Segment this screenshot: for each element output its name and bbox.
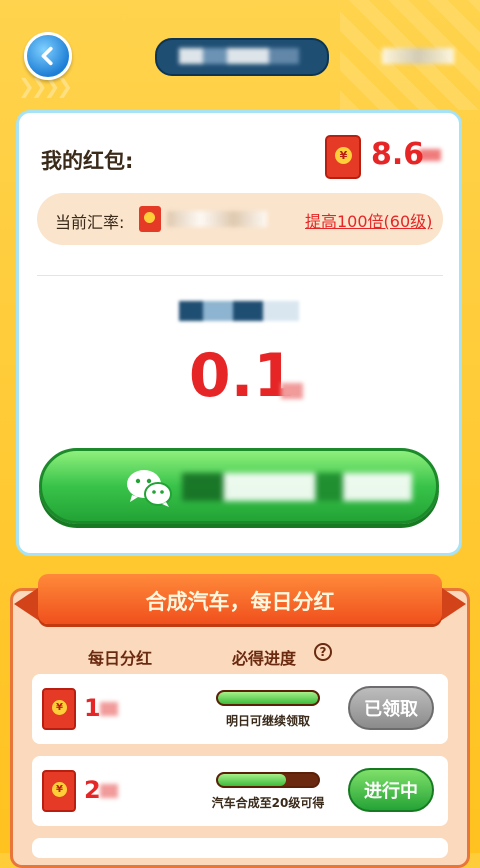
redacted-value-unit <box>100 702 118 716</box>
redacted-rate-value <box>167 211 267 227</box>
redacted-amount-unit <box>281 383 303 399</box>
red-envelope-icon: ¥ <box>42 770 76 812</box>
claimed-button[interactable]: 已领取 <box>348 686 434 730</box>
dividend-value: 1 <box>84 694 101 722</box>
red-envelope-icon <box>139 206 161 232</box>
my-red-packet-label: 我的红包: <box>41 149 134 173</box>
progress-text: 汽车合成至20级可得 <box>211 796 325 810</box>
help-icon[interactable]: ? <box>314 643 332 661</box>
redacted-top-right-text[interactable] <box>382 48 454 64</box>
dividend-row-partial <box>32 838 448 858</box>
progress-fill <box>218 774 286 786</box>
progress-fill <box>218 692 318 704</box>
progress-bar <box>216 690 320 706</box>
user-name-pill <box>155 38 329 76</box>
dividend-value: 2 <box>84 776 101 804</box>
withdraw-amount: 0.1 <box>188 341 296 411</box>
redacted-balance-digits <box>419 149 441 161</box>
redacted-withdraw-caption <box>179 301 299 321</box>
dividend-banner: 合成汽车，每日分红 <box>14 574 466 628</box>
back-button[interactable] <box>24 32 72 80</box>
progress-bar <box>216 772 320 788</box>
redacted-username <box>179 48 299 64</box>
column-daily-dividend: 每日分红 <box>88 649 153 668</box>
redacted-withdraw-label <box>182 473 412 501</box>
divider <box>37 275 443 276</box>
progress-text: 明日可继续领取 <box>225 714 310 728</box>
exchange-rate-label: 当前汇率: <box>55 213 125 232</box>
back-arrow-icon <box>41 46 53 66</box>
red-packet-balance: 8.6 <box>371 137 425 172</box>
dividend-row: ¥ 2 汽车合成至20级可得 进行中 <box>32 756 448 826</box>
red-envelope-icon: ¥ <box>325 135 361 179</box>
wechat-withdraw-button[interactable] <box>39 448 439 524</box>
exchange-rate-bar: 当前汇率: 提高100倍(60级) <box>37 193 443 245</box>
in-progress-button[interactable]: 进行中 <box>348 768 434 812</box>
redacted-value-unit <box>100 784 118 798</box>
boost-rate-link[interactable]: 提高100倍(60级) <box>305 208 432 232</box>
column-guaranteed-progress: 必得进度 <box>232 649 297 668</box>
wallet-card: 我的红包: ¥ 8.6 当前汇率: 提高100倍(60级) 0.1 <box>16 110 462 556</box>
wechat-icon <box>127 470 172 507</box>
red-envelope-icon: ¥ <box>42 688 76 730</box>
dividend-banner-title: 合成汽车，每日分红 <box>145 590 335 614</box>
dividend-row: ¥ 1 明日可继续领取 已领取 <box>32 674 448 744</box>
